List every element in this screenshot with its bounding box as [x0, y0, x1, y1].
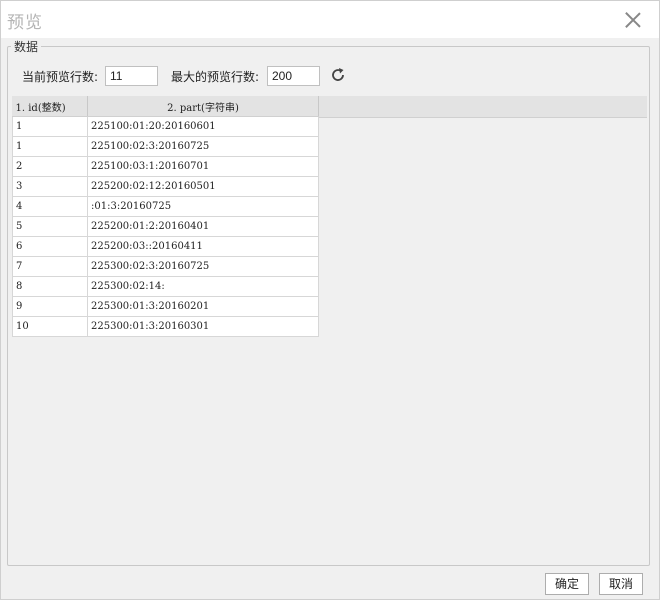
cell-part: 225300:01:3:20160201	[87, 296, 319, 317]
column-header-id[interactable]: 1. id(整数)	[12, 96, 88, 117]
table-row[interactable]: 9 225300:01:3:20160201	[12, 296, 319, 317]
cell-id: 1	[12, 136, 88, 157]
cell-part: 225200:03::20160411	[87, 236, 319, 257]
column-header-part[interactable]: 2. part(字符串)	[87, 96, 319, 117]
table-row[interactable]: 3 225200:02:12:20160501	[12, 176, 319, 197]
group-title: 数据	[11, 38, 42, 55]
cell-part: 225100:03:1:20160701	[87, 156, 319, 177]
table-row[interactable]: 10 225300:01:3:20160301	[12, 316, 319, 337]
table-row[interactable]: 1 225100:01:20:20160601	[12, 116, 319, 137]
table-row[interactable]: 7 225300:02:3:20160725	[12, 256, 319, 277]
cell-id: 7	[12, 256, 88, 277]
dialog-title: 预览	[7, 13, 43, 33]
table-row[interactable]: 2 225100:03:1:20160701	[12, 156, 319, 177]
close-icon[interactable]	[622, 9, 644, 31]
cell-id: 2	[12, 156, 88, 177]
cell-part: 225300:02:14:	[87, 276, 319, 297]
table-row[interactable]: 1 225100:02:3:20160725	[12, 136, 319, 157]
cell-id: 5	[12, 216, 88, 237]
table-row[interactable]: 8 225300:02:14:	[12, 276, 319, 297]
cell-id: 9	[12, 296, 88, 317]
preview-table: 1. id(整数) 2. part(字符串) 1 225100:01:20:201…	[12, 96, 319, 337]
current-rows-input[interactable]: 11	[105, 66, 158, 86]
cell-part: :01:3:20160725	[87, 196, 319, 217]
max-rows-label: 最大的预览行数:	[171, 70, 260, 84]
header-row: 1. id(整数) 2. part(字符串)	[12, 96, 319, 117]
cancel-button[interactable]: 取消	[599, 573, 643, 595]
cell-part: 225200:01:2:20160401	[87, 216, 319, 237]
cell-part: 225200:02:12:20160501	[87, 176, 319, 197]
cell-part: 225100:02:3:20160725	[87, 136, 319, 157]
cell-id: 8	[12, 276, 88, 297]
table-row[interactable]: 6 225200:03::20160411	[12, 236, 319, 257]
cell-part: 225300:02:3:20160725	[87, 256, 319, 277]
current-rows-label: 当前预览行数:	[22, 70, 99, 84]
cell-id: 3	[12, 176, 88, 197]
title-bar: 预览	[1, 1, 659, 38]
cell-part: 225100:01:20:20160601	[87, 116, 319, 137]
refresh-icon[interactable]	[329, 66, 347, 84]
cell-id: 4	[12, 196, 88, 217]
table-row[interactable]: 4:01:3:20160725	[12, 196, 319, 217]
cell-part: 225300:01:3:20160301	[87, 316, 319, 337]
max-rows-input[interactable]: 200	[267, 66, 320, 86]
cell-id: 10	[12, 316, 88, 337]
cell-id: 6	[12, 236, 88, 257]
cell-id: 1	[12, 116, 88, 137]
ok-button[interactable]: 确定	[545, 573, 589, 595]
table-row[interactable]: 5 225200:01:2:20160401	[12, 216, 319, 237]
data-grid: 1. id(整数) 2. part(字符串) 1 225100:01:20:201…	[12, 96, 647, 562]
